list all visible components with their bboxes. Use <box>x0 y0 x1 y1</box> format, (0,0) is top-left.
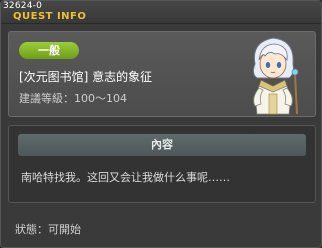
quest-name: [次元图书馆] 意志的象征 <box>19 70 153 84</box>
window-title: QUEST INFO <box>13 11 87 22</box>
level-requirement: 建議等級：100～104 <box>19 92 127 105</box>
quest-info-window: 32624-0 QUEST INFO 一般 [次元图书馆] 意志的象征 建議等級… <box>0 0 322 248</box>
titlebar[interactable]: 32624-0 QUEST INFO <box>1 1 321 24</box>
quest-id: 32624-0 <box>3 1 43 11</box>
content-text: 南哈特找我。这回又会让我做什么事呢…… <box>21 171 230 184</box>
content-panel: 內容 南哈特找我。这回又会让我做什么事呢…… <box>8 125 316 203</box>
content-header: 內容 <box>18 134 306 156</box>
category-badge: 一般 <box>19 42 79 59</box>
npc-portrait-icon <box>252 37 299 115</box>
quest-summary-panel: 一般 [次元图书馆] 意志的象征 建議等級：100～104 <box>8 31 316 117</box>
quest-status: 狀態：可開始 <box>15 223 81 236</box>
